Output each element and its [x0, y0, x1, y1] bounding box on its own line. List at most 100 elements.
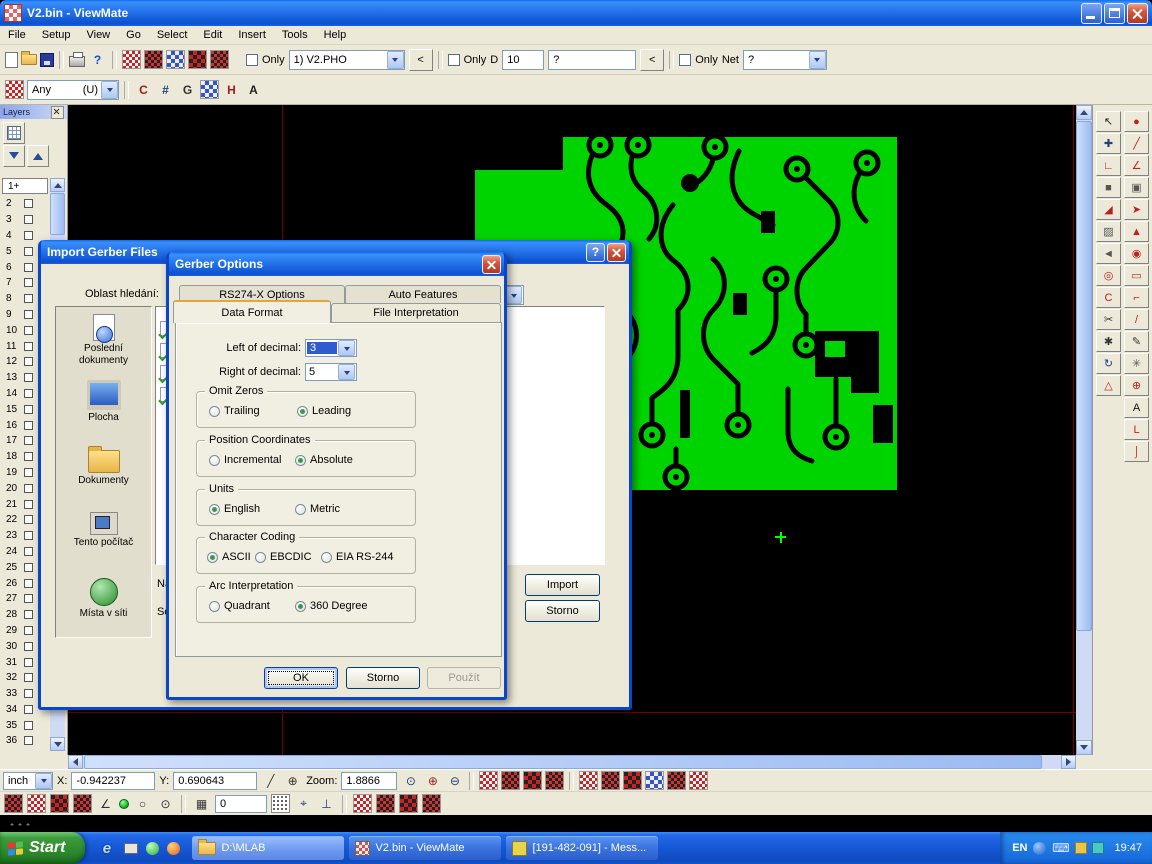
aperture-edit-icon[interactable]	[73, 794, 92, 813]
chevron-down-icon[interactable]	[35, 773, 52, 789]
internet-explorer-icon[interactable]: e	[97, 839, 116, 858]
zoom-in-icon[interactable]: ⊕	[423, 771, 442, 790]
vector-tool-icon[interactable]: ➤	[1124, 199, 1149, 220]
origin-target-icon[interactable]: ⊕	[283, 771, 302, 790]
star-tool-icon[interactable]: ✱	[1096, 331, 1121, 352]
radio-360-degree[interactable]: 360 Degree	[295, 600, 368, 612]
units-combo[interactable]: inch	[3, 772, 53, 790]
dcode-view-icon[interactable]	[479, 771, 498, 790]
gerber-options-title-bar[interactable]: Gerber Options	[169, 252, 504, 276]
right-of-decimal-combo[interactable]: 5	[305, 363, 357, 381]
tab-auto-features[interactable]: Auto Features	[345, 285, 501, 303]
layer-color-box[interactable]	[24, 263, 33, 272]
layer-color-box[interactable]	[24, 705, 33, 714]
layer-color-box[interactable]	[24, 484, 33, 493]
dcode-table-icon[interactable]	[122, 50, 141, 69]
aperture-list-icon[interactable]	[144, 50, 163, 69]
apply-button[interactable]: Použít	[427, 667, 501, 689]
corner-tool-icon[interactable]: ∟	[1096, 155, 1121, 176]
language-bar-icon[interactable]	[1033, 842, 1046, 855]
layer-color-box[interactable]	[24, 294, 33, 303]
anchor-corner-icon[interactable]: ⊥	[317, 794, 336, 813]
net-combo[interactable]: ?	[743, 50, 827, 70]
tray-app-icon[interactable]	[1075, 842, 1087, 854]
rect-tool-icon[interactable]: ▣	[1124, 177, 1149, 198]
layer-color-box[interactable]	[24, 326, 33, 335]
cancel-button[interactable]: Storno	[346, 667, 420, 689]
menu-select[interactable]: Select	[149, 27, 196, 43]
only-dcode-checkbox[interactable]	[448, 54, 460, 66]
hatch-tool-icon[interactable]: ▨	[1096, 221, 1121, 242]
layer-row-36[interactable]: 36	[2, 733, 48, 749]
menu-tools[interactable]: Tools	[274, 27, 316, 43]
board-view-icon[interactable]	[601, 771, 620, 790]
layer-tool-icon[interactable]: L	[1124, 419, 1149, 440]
radio-metric[interactable]: Metric	[295, 503, 340, 515]
close-button[interactable]	[1127, 3, 1148, 24]
snap-mode-icon[interactable]: #	[156, 80, 175, 99]
layer-color-box[interactable]	[24, 594, 33, 603]
help-button[interactable]: ?	[586, 243, 605, 262]
layer-color-box[interactable]	[24, 673, 33, 682]
probe-tool-icon[interactable]: ⊕	[1124, 375, 1149, 396]
radio-quadrant[interactable]: Quadrant	[209, 600, 270, 612]
trace-tool-icon[interactable]: ∠	[1124, 155, 1149, 176]
probe-circle-icon[interactable]: ⊙	[156, 794, 175, 813]
pad-tool-icon[interactable]: ■	[1096, 177, 1121, 198]
wedge-tool-icon[interactable]: ◢	[1096, 199, 1121, 220]
taskbar-task-mlab[interactable]: D:\MLAB	[192, 836, 344, 860]
radio-ascii[interactable]: ASCII	[207, 551, 251, 563]
radio-incremental[interactable]: Incremental	[209, 454, 281, 466]
layer-color-box[interactable]	[24, 563, 33, 572]
maximize-restore-button[interactable]	[1104, 3, 1125, 24]
layer-color-box[interactable]	[24, 547, 33, 556]
layer-color-box[interactable]	[24, 247, 33, 256]
scroll-up-icon[interactable]	[1076, 105, 1092, 120]
firefox-icon[interactable]	[167, 842, 180, 855]
only-layer-checkbox[interactable]	[246, 54, 258, 66]
layer-color-box[interactable]	[24, 468, 33, 477]
layer-color-box[interactable]	[24, 278, 33, 287]
group-select-icon[interactable]: G	[178, 80, 197, 99]
close-icon[interactable]	[51, 106, 64, 119]
layer-color-box[interactable]	[24, 231, 33, 240]
aperture-grid-icon[interactable]	[5, 80, 24, 99]
traces-view-icon[interactable]	[545, 771, 564, 790]
layer-color-box[interactable]	[24, 531, 33, 540]
rotate-tool-icon[interactable]: ↻	[1096, 353, 1121, 374]
previous-layer-button[interactable]: <	[409, 49, 433, 71]
units-table-icon[interactable]	[27, 794, 46, 813]
scroll-right-icon[interactable]	[1061, 755, 1076, 769]
radio-leading[interactable]: Leading	[297, 405, 351, 417]
composite-view-icon[interactable]	[376, 794, 395, 813]
layer-color-box[interactable]	[24, 658, 33, 667]
rotate-view-icon[interactable]	[667, 771, 686, 790]
layer-color-box[interactable]	[24, 642, 33, 651]
keyboard-icon[interactable]: ⌨	[1051, 839, 1070, 858]
print-icon[interactable]	[69, 56, 85, 67]
menu-help[interactable]: Help	[316, 27, 355, 43]
negative-view-icon[interactable]	[353, 794, 372, 813]
volume-icon[interactable]	[1092, 842, 1104, 854]
angle-tool-icon[interactable]: ∠	[96, 794, 115, 813]
highlight-select-icon[interactable]: H	[222, 80, 241, 99]
dot-grid-icon[interactable]	[271, 794, 290, 813]
layer-color-box[interactable]	[24, 626, 33, 635]
menu-view[interactable]: View	[78, 27, 118, 43]
layer-row-2[interactable]: 2	[2, 196, 48, 212]
cancel-button[interactable]: Storno	[525, 600, 600, 622]
layer-color-box[interactable]	[24, 389, 33, 398]
open-file-icon[interactable]	[21, 54, 37, 65]
hook-tool-icon[interactable]: ⌡	[1124, 441, 1149, 462]
flash-view-icon[interactable]	[579, 771, 598, 790]
aperture-view-icon[interactable]	[501, 771, 520, 790]
only-net-checkbox[interactable]	[679, 54, 691, 66]
layer-color-box[interactable]	[24, 610, 33, 619]
select-rect-tool-icon[interactable]: ▭	[1124, 265, 1149, 286]
layers-panel-header[interactable]: Layers	[0, 105, 67, 119]
lasso-icon[interactable]: ○	[133, 794, 152, 813]
layers-scrollbar-thumb[interactable]	[50, 193, 65, 235]
place-desktop[interactable]: Plocha	[56, 373, 151, 439]
place-network[interactable]: Místa v síti	[56, 571, 151, 637]
menu-go[interactable]: Go	[118, 27, 149, 43]
